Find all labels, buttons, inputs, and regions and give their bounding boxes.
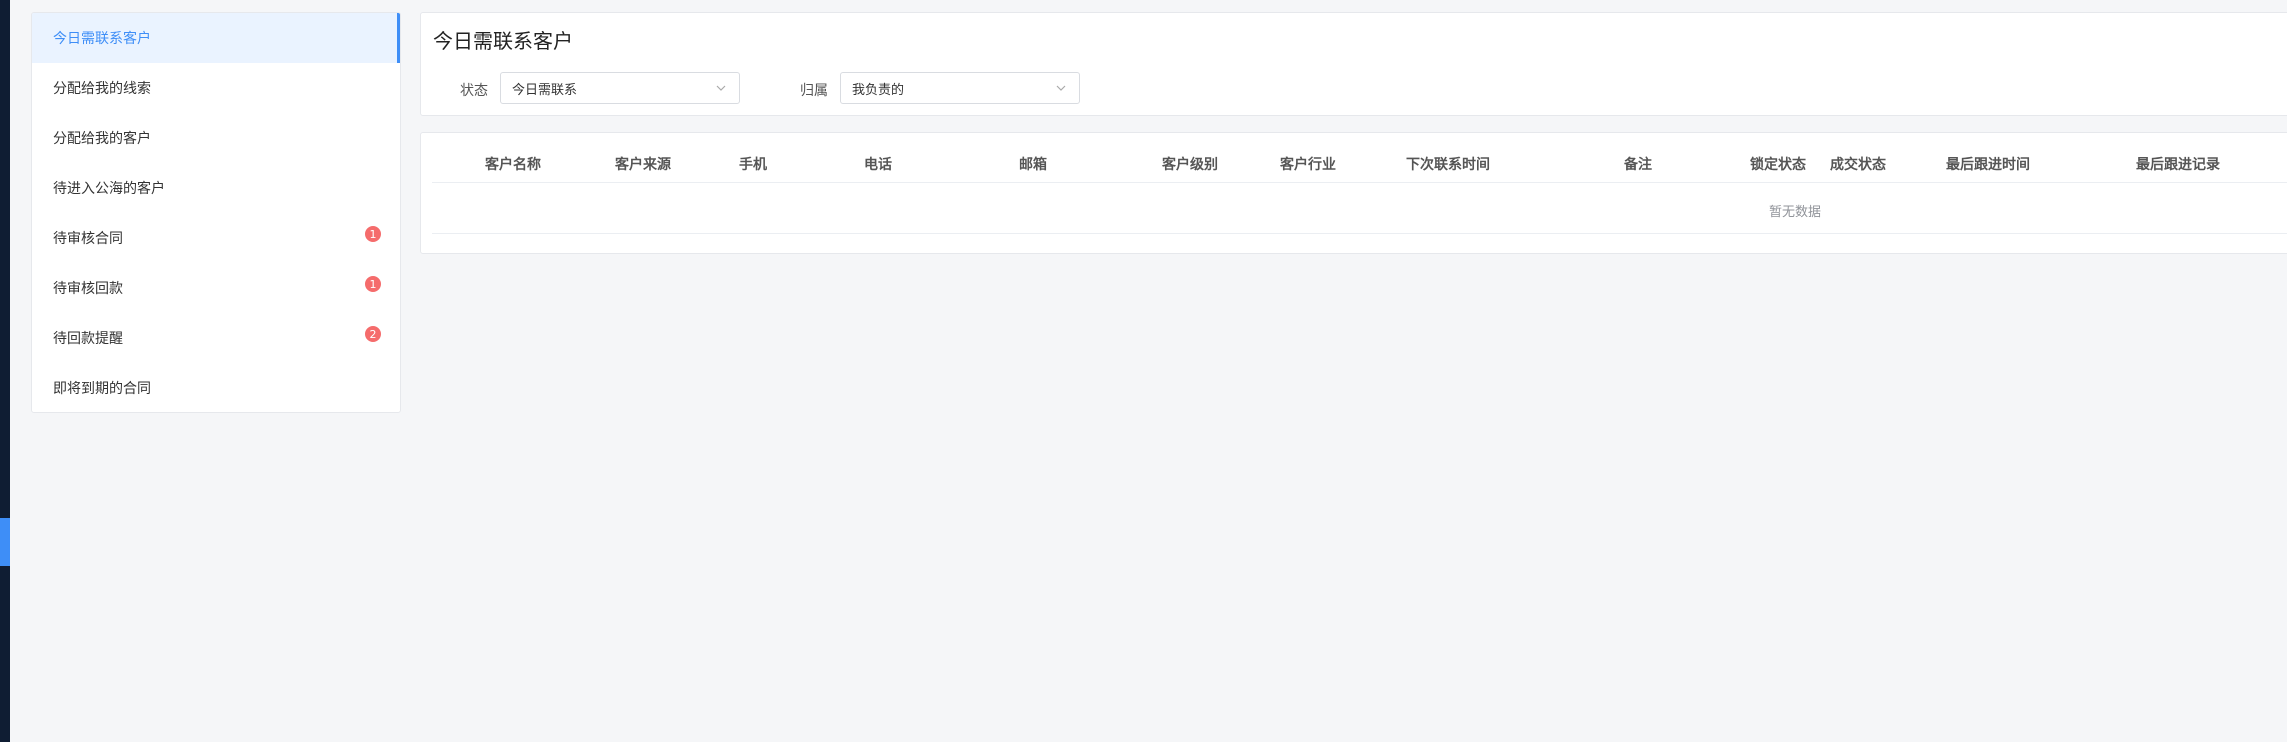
menu-item-today-contact[interactable]: 今日需联系客户 <box>32 13 400 63</box>
rail-active-marker <box>0 518 10 566</box>
menu-item-assigned-customers[interactable]: 分配给我的客户 <box>32 113 400 163</box>
count-badge: 2 <box>364 325 382 343</box>
menu-item-pending-public-pool[interactable]: 待进入公海的客户 <box>32 163 400 213</box>
owner-select[interactable]: 我负责的 <box>840 72 1080 104</box>
menu-item-label: 今日需联系客户 <box>53 31 151 47</box>
table-empty-row: 暂无数据 <box>432 184 2287 234</box>
menu-item-pending-payment-review[interactable]: 待审核回款 1 <box>32 263 400 313</box>
customer-table: 客户名称 客户来源 手机 电话 邮箱 客户级别 客户行业 下次联系时间 备注 锁… <box>420 132 2287 254</box>
menu-item-payment-reminder[interactable]: 待回款提醒 2 <box>32 313 400 363</box>
count-badge: 1 <box>364 275 382 293</box>
menu-item-label: 待审核回款 <box>53 281 123 297</box>
column-header-customer-level[interactable]: 客户级别 <box>1162 154 1218 174</box>
column-header-lock-status[interactable]: 锁定状态 <box>1750 154 1806 174</box>
menu-item-label: 待回款提醒 <box>53 331 123 347</box>
column-header-remark[interactable]: 备注 <box>1624 154 1652 174</box>
column-header-last-followup-time[interactable]: 最后跟进时间 <box>1946 154 2030 174</box>
column-header-customer-industry[interactable]: 客户行业 <box>1280 154 1336 174</box>
column-header-email[interactable]: 邮箱 <box>1019 154 1047 174</box>
empty-state-text: 暂无数据 <box>1769 205 1822 220</box>
menu-item-expiring-contracts[interactable]: 即将到期的合同 <box>32 363 400 412</box>
filter-panel: 今日需联系客户 状态 今日需联系 归属 我负责的 <box>420 12 2287 116</box>
app-navigation-rail <box>0 0 10 742</box>
menu-item-label: 分配给我的客户 <box>53 131 151 147</box>
table-header: 客户名称 客户来源 手机 电话 邮箱 客户级别 客户行业 下次联系时间 备注 锁… <box>432 141 2287 183</box>
owner-select-value: 我负责的 <box>852 82 905 98</box>
page-title: 今日需联系客户 <box>433 29 573 53</box>
status-select[interactable]: 今日需联系 <box>500 72 740 104</box>
menu-item-label: 待进入公海的客户 <box>53 181 165 197</box>
status-filter-label: 状态 <box>460 83 488 99</box>
column-header-next-contact-time[interactable]: 下次联系时间 <box>1406 154 1490 174</box>
column-header-customer-source[interactable]: 客户来源 <box>615 154 671 174</box>
menu-item-pending-contract-review[interactable]: 待审核合同 1 <box>32 213 400 263</box>
column-header-phone[interactable]: 电话 <box>864 154 892 174</box>
chevron-down-icon <box>716 85 726 91</box>
chevron-down-icon <box>1056 85 1066 91</box>
menu-item-assigned-leads[interactable]: 分配给我的线索 <box>32 63 400 113</box>
menu-item-label: 待审核合同 <box>53 231 123 247</box>
column-header-last-followup-record[interactable]: 最后跟进记录 <box>2136 154 2220 174</box>
column-header-mobile[interactable]: 手机 <box>739 154 767 174</box>
status-select-value: 今日需联系 <box>512 82 578 98</box>
column-header-deal-status[interactable]: 成交状态 <box>1830 154 1886 174</box>
count-badge: 1 <box>364 225 382 243</box>
column-header-customer-name[interactable]: 客户名称 <box>485 154 541 174</box>
menu-item-label: 分配给我的线索 <box>53 81 151 97</box>
owner-filter-label: 归属 <box>800 83 828 99</box>
menu-item-label: 即将到期的合同 <box>53 381 151 397</box>
workbench-side-menu: 今日需联系客户 分配给我的线索 分配给我的客户 待进入公海的客户 待审核合同 1… <box>31 12 401 413</box>
